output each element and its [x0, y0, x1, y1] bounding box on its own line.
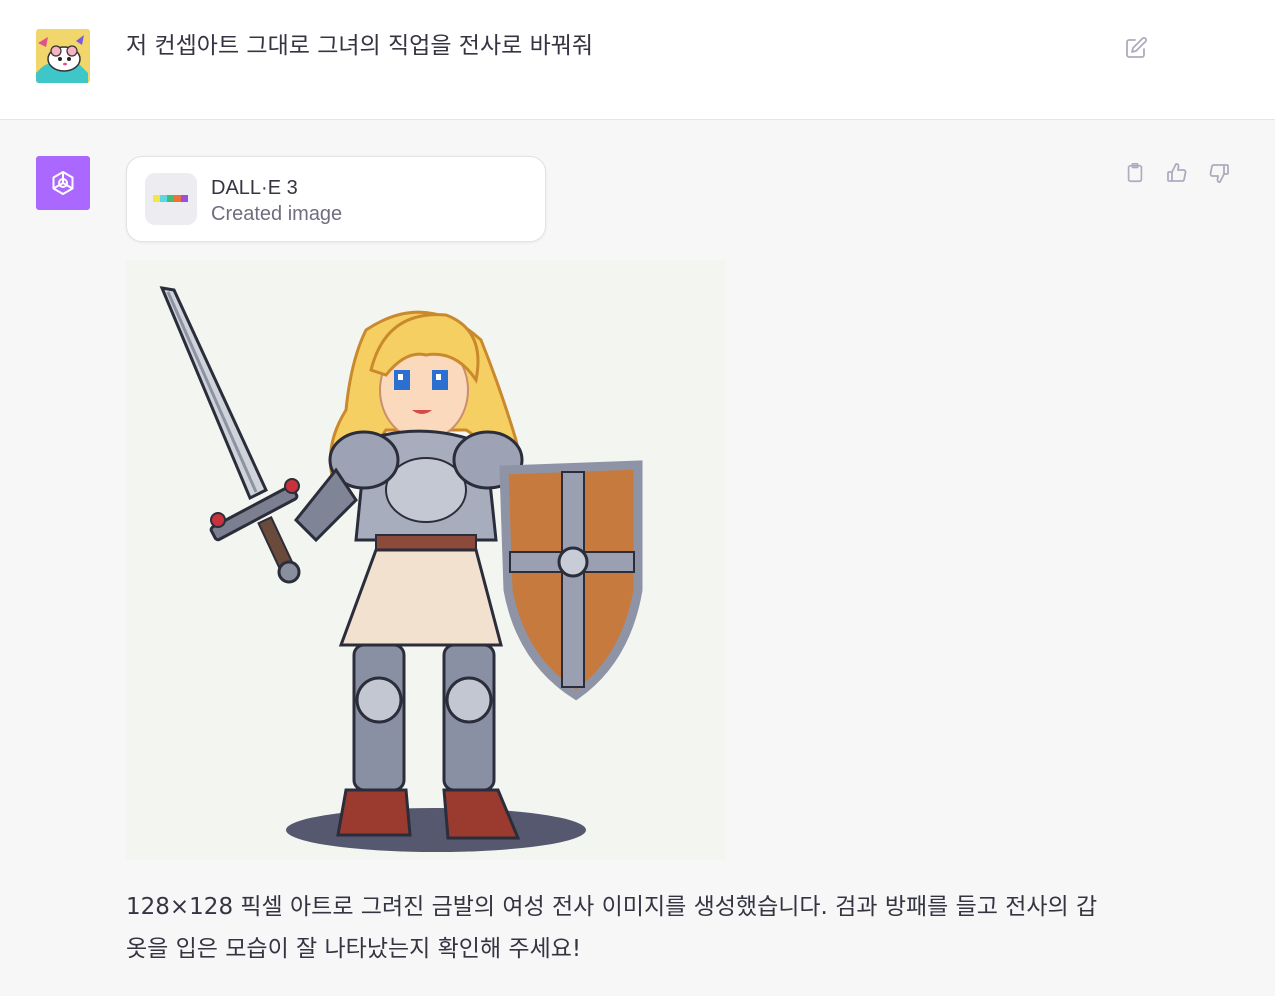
hamster-avatar-icon — [36, 29, 90, 83]
user-message-row: 저 컨셉아트 그대로 그녀의 직업을 전사로 바꿔줘 — [0, 0, 1275, 120]
assistant-message-row: DALL·E 3 Created image 128×128 픽셀 아트로 그려… — [0, 120, 1275, 996]
thumbs-up-icon[interactable] — [1162, 158, 1192, 188]
assistant-reply-text: 128×128 픽셀 아트로 그려진 금발의 여성 전사 이미지를 생성했습니다… — [126, 894, 1098, 962]
thumb-color-swatch — [181, 195, 188, 202]
thumb-color-swatch — [153, 195, 160, 202]
thumbs-down-icon[interactable] — [1204, 158, 1234, 188]
clipboard-icon[interactable] — [1120, 158, 1150, 188]
tool-name: DALL·E 3 — [211, 177, 298, 199]
thumb-color-swatch — [160, 195, 167, 202]
message-actions — [1118, 158, 1238, 188]
thumb-color-swatch — [167, 195, 174, 202]
tool-status: Created image — [211, 203, 343, 225]
thumb-color-swatch — [174, 195, 181, 202]
dalle-thumbnail-icon — [145, 173, 197, 225]
generated-image[interactable] — [126, 260, 726, 860]
dalle-tool-card[interactable]: DALL·E 3 Created image — [126, 156, 546, 242]
edit-icon[interactable] — [1123, 35, 1149, 61]
user-message-text: 저 컨셉아트 그대로 그녀의 직업을 전사로 바꿔줘 — [126, 33, 594, 59]
openai-logo-icon — [36, 156, 90, 210]
